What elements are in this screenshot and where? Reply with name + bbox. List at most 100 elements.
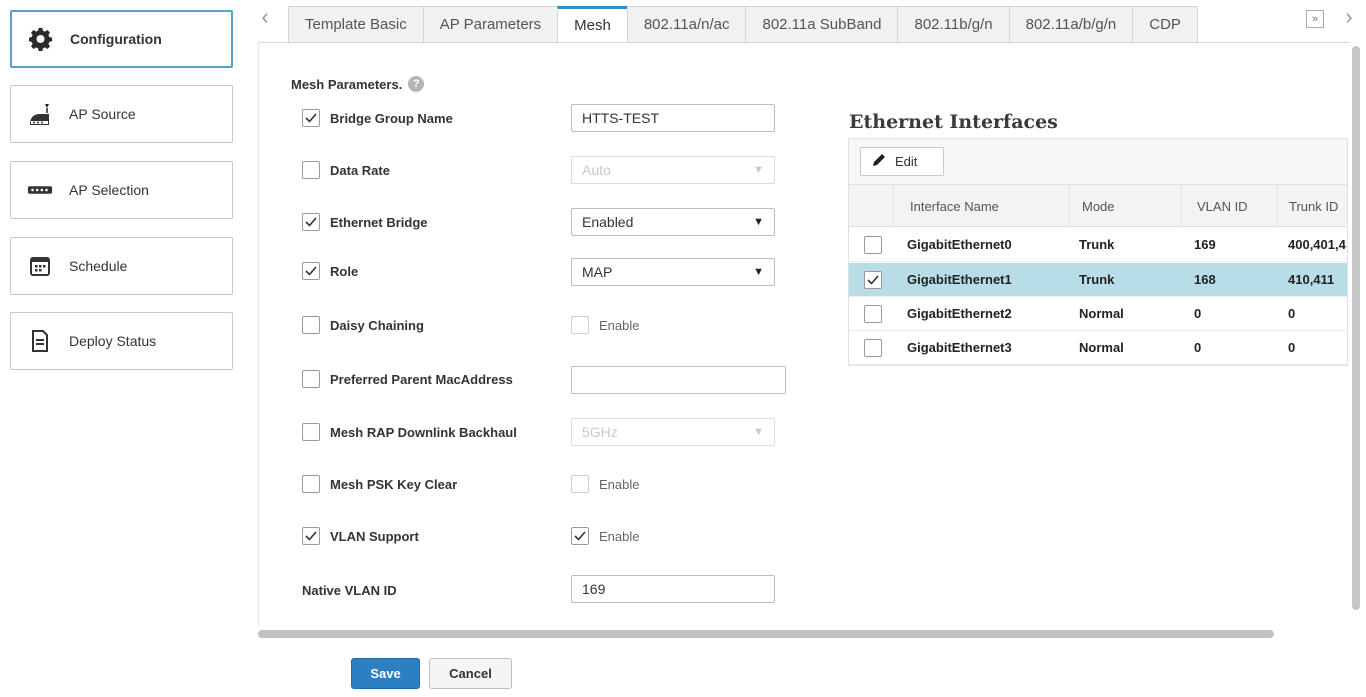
psk-key-clear-enable: Enable (571, 474, 639, 494)
nav-ap-selection-label: AP Selection (69, 182, 149, 198)
edit-button[interactable]: Edit (860, 147, 944, 176)
vlan-support-enable: Enable (571, 526, 639, 546)
tab-scroll-right-icon[interactable]: › (1340, 6, 1358, 30)
interface-mode: Normal (1079, 340, 1124, 355)
ethernet-bridge-label: Ethernet Bridge (330, 214, 428, 230)
tab-overflow-icon[interactable]: » (1306, 10, 1324, 28)
daisy-chaining-checkbox[interactable] (302, 316, 320, 334)
ethernet-bridge-value: Enabled (582, 214, 634, 230)
chevron-down-icon: ▼ (753, 266, 764, 278)
row-checkbox[interactable] (864, 339, 882, 357)
ethernet-toolbar: Edit (849, 139, 1347, 185)
chevron-down-icon: ▼ (753, 216, 764, 228)
role-label: Role (330, 263, 359, 279)
native-vlan-row: Native VLAN ID (302, 580, 397, 600)
native-vlan-input[interactable]: 169 (571, 575, 775, 603)
nav-configuration[interactable]: Configuration (10, 10, 233, 68)
tab-802-11b-g-n[interactable]: 802.11b/g/n (897, 6, 1010, 42)
horizontal-scrollbar[interactable] (258, 630, 1274, 638)
data-rate-checkbox[interactable] (302, 161, 320, 179)
preferred-parent-row: Preferred Parent MacAddress (302, 369, 513, 389)
ethernet-interfaces-title: Ethernet Interfaces (849, 111, 1058, 133)
daisy-chaining-row: Daisy Chaining (302, 315, 424, 335)
cancel-button[interactable]: Cancel (429, 658, 512, 689)
data-rate-label: Data Rate (330, 162, 390, 178)
bridge-group-name-row: Bridge Group Name (302, 108, 453, 128)
table-row[interactable]: GigabitEthernet2 Normal 0 0 (849, 297, 1347, 331)
nav-ap-source[interactable]: AP Source (10, 85, 233, 143)
rap-downlink-checkbox[interactable] (302, 423, 320, 441)
nav-ap-selection[interactable]: AP Selection (10, 161, 233, 219)
vlan-support-row: VLAN Support (302, 526, 419, 546)
interface-name: GigabitEthernet1 (907, 272, 1012, 287)
tab-strip: Template Basic AP Parameters Mesh 802.11… (288, 6, 1298, 42)
row-checkbox[interactable] (864, 305, 882, 323)
interface-mode: Trunk (1079, 237, 1115, 252)
psk-key-clear-enable-checkbox[interactable] (571, 475, 589, 493)
help-icon[interactable]: ? (408, 76, 425, 92)
ethernet-bridge-checkbox[interactable] (302, 213, 320, 231)
col-interface-name[interactable]: Interface Name (910, 199, 999, 214)
tab-mesh[interactable]: Mesh (557, 6, 628, 42)
nav-deploy-status[interactable]: Deploy Status (10, 312, 233, 370)
row-checkbox[interactable] (864, 271, 882, 289)
save-button[interactable]: Save (351, 658, 420, 689)
interface-name: GigabitEthernet0 (907, 237, 1012, 252)
role-checkbox[interactable] (302, 262, 320, 280)
ethernet-bridge-row: Ethernet Bridge (302, 212, 428, 232)
col-vlan-id[interactable]: VLAN ID (1197, 199, 1248, 214)
tab-802-11a-b-g-n[interactable]: 802.11a/b/g/n (1008, 6, 1134, 42)
preferred-parent-checkbox[interactable] (302, 370, 320, 388)
role-select[interactable]: MAP ▼ (571, 258, 775, 286)
rap-downlink-select[interactable]: 5GHz ▼ (571, 418, 775, 446)
bridge-group-name-checkbox[interactable] (302, 109, 320, 127)
pencil-icon (871, 152, 887, 171)
nav-schedule[interactable]: Schedule (10, 237, 233, 295)
daisy-chaining-label: Daisy Chaining (330, 317, 424, 333)
table-row[interactable]: GigabitEthernet1 Trunk 168 410,411 (849, 263, 1347, 297)
bridge-group-name-input[interactable]: HTTS-TEST (571, 104, 775, 132)
mesh-parameters-title: Mesh Parameters. ? (291, 76, 425, 92)
vlan-support-enable-label: Enable (599, 528, 640, 544)
tab-scroll-left-icon[interactable]: ‹ (256, 6, 274, 30)
vertical-scrollbar[interactable] (1352, 46, 1360, 610)
data-rate-select[interactable]: Auto ▼ (571, 156, 775, 184)
nav-ap-source-label: AP Source (69, 106, 136, 122)
calendar-icon (27, 253, 53, 279)
tab-ap-parameters[interactable]: AP Parameters (422, 6, 559, 42)
table-row[interactable]: GigabitEthernet0 Trunk 169 400,401,4 (849, 228, 1347, 262)
interface-vlan: 169 (1194, 237, 1216, 252)
col-mode[interactable]: Mode (1082, 199, 1115, 214)
ethernet-bridge-select[interactable]: Enabled ▼ (571, 208, 775, 236)
gear-icon (28, 26, 54, 52)
vlan-support-enable-checkbox[interactable] (571, 527, 589, 545)
daisy-chaining-enable-checkbox[interactable] (571, 316, 589, 334)
vlan-support-checkbox[interactable] (302, 527, 320, 545)
tab-cdp[interactable]: CDP (1132, 6, 1198, 42)
interface-trunk: 400,401,4 (1288, 237, 1346, 252)
daisy-chaining-enable-label: Enable (599, 317, 640, 333)
row-checkbox[interactable] (864, 236, 882, 254)
col-trunk-id[interactable]: Trunk ID (1289, 199, 1338, 214)
ethernet-table-header: Interface Name Mode VLAN ID Trunk ID (849, 185, 1347, 227)
preferred-parent-label: Preferred Parent MacAddress (330, 371, 513, 387)
tab-template-basic[interactable]: Template Basic (288, 6, 424, 42)
data-rate-row: Data Rate (302, 160, 390, 180)
interface-name: GigabitEthernet3 (907, 340, 1012, 355)
chevron-down-icon: ▼ (753, 426, 764, 438)
nav-deploy-status-label: Deploy Status (69, 333, 157, 349)
tab-802-11a-subband[interactable]: 802.11a SubBand (745, 6, 899, 42)
access-point-icon (27, 101, 53, 127)
interface-mode: Normal (1079, 306, 1124, 321)
document-icon (27, 328, 53, 354)
table-row[interactable]: GigabitEthernet3 Normal 0 0 (849, 331, 1347, 365)
psk-key-clear-checkbox[interactable] (302, 475, 320, 493)
daisy-chaining-enable: Enable (571, 315, 639, 335)
role-row: Role (302, 261, 358, 281)
tab-802-11a-n-ac[interactable]: 802.11a/n/ac (626, 6, 747, 42)
preferred-parent-input[interactable] (571, 366, 786, 394)
ap-device-icon (27, 177, 53, 203)
nav-schedule-label: Schedule (69, 258, 128, 274)
rap-downlink-value: 5GHz (582, 424, 618, 440)
bridge-group-name-label: Bridge Group Name (330, 110, 453, 126)
